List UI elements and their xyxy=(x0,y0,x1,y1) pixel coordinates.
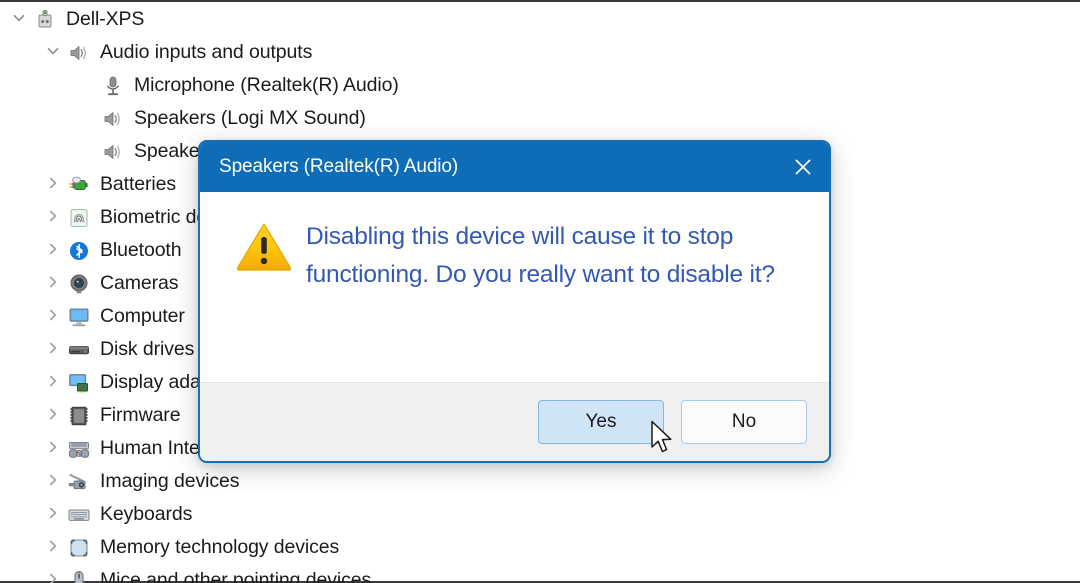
fingerprint-icon xyxy=(66,205,92,231)
camera-icon xyxy=(66,271,92,297)
chevron-down-icon[interactable] xyxy=(40,44,66,61)
tree-item[interactable]: Dell-XPS xyxy=(0,3,1080,36)
tree-item-label: Dell-XPS xyxy=(66,8,145,30)
tree-item-label: Batteries xyxy=(100,173,177,195)
tree-item[interactable]: Audio inputs and outputs xyxy=(0,36,1080,69)
tree-item-label: Cameras xyxy=(100,272,179,294)
tree-item[interactable]: Imaging devices xyxy=(0,465,1080,498)
close-icon[interactable] xyxy=(777,142,829,192)
tree-item-label: Microphone (Realtek(R) Audio) xyxy=(134,74,399,96)
speaker-icon xyxy=(100,106,126,132)
firmware-chip-icon xyxy=(66,403,92,429)
no-button[interactable]: No xyxy=(681,400,807,444)
bluetooth-icon xyxy=(66,238,92,264)
chevron-right-icon[interactable] xyxy=(40,242,66,259)
tree-item[interactable]: Speakers (Logi MX Sound) xyxy=(0,102,1080,135)
monitor-icon xyxy=(66,304,92,330)
tree-item[interactable]: Mice and other pointing devices xyxy=(0,564,1080,583)
memory-card-icon xyxy=(66,535,92,561)
dialog-footer: Yes No xyxy=(200,383,829,461)
chevron-right-icon[interactable] xyxy=(40,539,66,556)
tree-item-label: Mice and other pointing devices xyxy=(100,569,372,583)
chevron-right-icon[interactable] xyxy=(40,209,66,226)
tree-item-label: Imaging devices xyxy=(100,470,240,492)
speaker-icon xyxy=(66,40,92,66)
tree-item-label: Audio inputs and outputs xyxy=(100,41,313,63)
chevron-right-icon[interactable] xyxy=(40,308,66,325)
tree-item-label: Speakers (Logi MX Sound) xyxy=(134,107,366,129)
tree-item[interactable]: Keyboards xyxy=(0,498,1080,531)
chevron-right-icon[interactable] xyxy=(40,407,66,424)
imaging-device-icon xyxy=(66,469,92,495)
chevron-right-icon[interactable] xyxy=(40,374,66,391)
chevron-right-icon[interactable] xyxy=(40,506,66,523)
tree-item-label: Bluetooth xyxy=(100,239,182,261)
chevron-down-icon[interactable] xyxy=(6,11,32,28)
microphone-icon xyxy=(100,73,126,99)
speaker-icon xyxy=(100,139,126,165)
tree-item-label: Keyboards xyxy=(100,503,193,525)
tree-item[interactable]: Memory technology devices xyxy=(0,531,1080,564)
device-manager-window: Dell-XPS Audio inputs and outputs Micropho… xyxy=(0,0,1080,583)
dialog-content: Disabling this device will cause it to s… xyxy=(200,192,829,383)
battery-icon xyxy=(66,172,92,198)
tree-item-label: Computer xyxy=(100,305,185,327)
disable-device-confirm-dialog: Speakers (Realtek(R) Audio) Disabling th… xyxy=(198,140,831,463)
tree-item-label: Memory technology devices xyxy=(100,536,340,558)
dialog-message-text: Disabling this device will cause it to s… xyxy=(306,223,775,288)
chevron-right-icon[interactable] xyxy=(40,440,66,457)
chevron-right-icon[interactable] xyxy=(40,275,66,292)
tree-item-label: Disk drives xyxy=(100,338,195,360)
chevron-right-icon[interactable] xyxy=(40,473,66,490)
chevron-right-icon[interactable] xyxy=(40,176,66,193)
dialog-title: Speakers (Realtek(R) Audio) xyxy=(219,156,459,177)
warning-triangle-icon xyxy=(222,218,300,370)
dialog-titlebar: Speakers (Realtek(R) Audio) xyxy=(200,142,829,192)
yes-button[interactable]: Yes xyxy=(538,400,664,444)
computer-icon xyxy=(32,7,58,33)
keyboard-icon xyxy=(66,502,92,528)
tree-item[interactable]: Microphone (Realtek(R) Audio) xyxy=(0,69,1080,102)
tree-item-label: Firmware xyxy=(100,404,181,426)
chevron-right-icon[interactable] xyxy=(40,341,66,358)
chevron-right-icon[interactable] xyxy=(40,572,66,583)
display-adapter-icon xyxy=(66,370,92,396)
hid-icon xyxy=(66,436,92,462)
mouse-icon xyxy=(66,568,92,583)
disk-drive-icon xyxy=(66,337,92,363)
